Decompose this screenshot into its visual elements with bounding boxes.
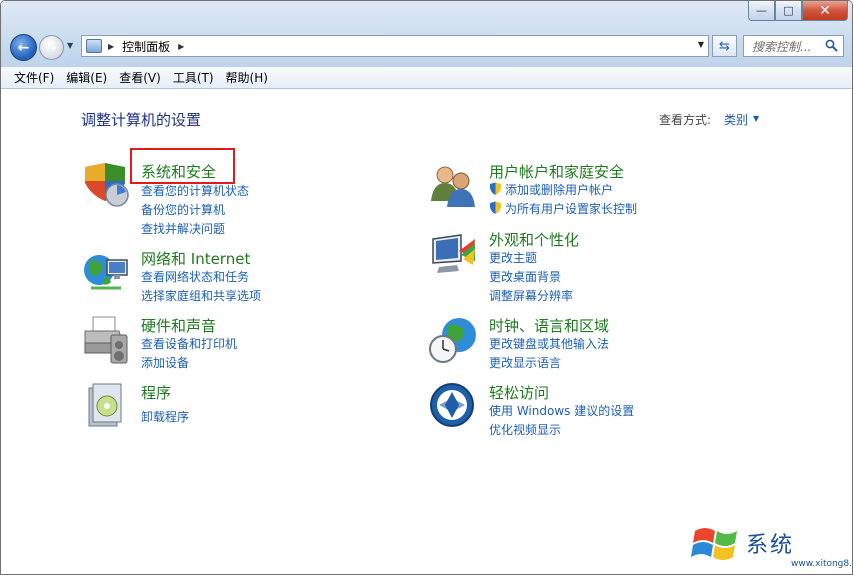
watermark-url: www.xitong8.com xyxy=(791,559,852,569)
link-windows-recommended-settings[interactable]: 使用 Windows 建议的设置 xyxy=(489,402,634,419)
link-uninstall-program[interactable]: 卸载程序 xyxy=(141,408,189,425)
shield-icon xyxy=(85,163,129,207)
breadcrumb-chevron-icon[interactable]: ▶ xyxy=(108,42,114,51)
breadcrumb-control-panel[interactable]: 控制面板 xyxy=(122,38,170,55)
link-desktop-background[interactable]: 更改桌面背景 xyxy=(489,268,561,285)
window-chrome: — □ ✕ ← → ▼ ▶ 控制面板 ▶ ▼ ⇆ 搜索控制... xyxy=(1,1,852,67)
category-title[interactable]: 程序 xyxy=(141,382,171,403)
category-title[interactable]: 用户帐户和家庭安全 xyxy=(489,161,624,182)
link-change-input-methods[interactable]: 更改键盘或其他输入法 xyxy=(489,335,609,352)
address-dropdown-icon[interactable]: ▼ xyxy=(698,40,704,49)
forward-button[interactable]: → xyxy=(39,35,64,60)
category-title[interactable]: 硬件和声音 xyxy=(141,315,216,336)
link-backup-computer[interactable]: 备份您的计算机 xyxy=(141,201,225,218)
link-devices-printers[interactable]: 查看设备和打印机 xyxy=(141,335,237,352)
caption-buttons: — □ ✕ xyxy=(748,1,848,21)
maximize-button[interactable]: □ xyxy=(775,1,802,21)
page-title: 调整计算机的设置 xyxy=(81,111,202,129)
link-add-device[interactable]: 添加设备 xyxy=(141,354,189,371)
view-by-dropdown[interactable]: 类别 xyxy=(724,111,748,128)
printer-icon xyxy=(84,316,128,364)
link-view-computer-status[interactable]: 查看您的计算机状态 xyxy=(141,182,249,199)
link-parental-controls[interactable]: 为所有用户设置家长控制 xyxy=(489,200,637,217)
clock-globe-icon xyxy=(429,318,476,363)
link-troubleshoot[interactable]: 查找并解决问题 xyxy=(141,220,225,237)
breadcrumb-chevron-icon[interactable]: ▶ xyxy=(178,42,184,51)
watermark-text: 系统 xyxy=(746,533,795,558)
ease-of-access-icon xyxy=(430,383,474,427)
display-icon xyxy=(432,234,475,273)
search-icon[interactable] xyxy=(825,39,838,52)
control-panel-icon xyxy=(86,39,102,53)
menu-tools[interactable]: 工具(T) xyxy=(173,69,214,86)
control-panel-window: — □ ✕ ← → ▼ ▶ 控制面板 ▶ ▼ ⇆ 搜索控制... 文件(F) 编… xyxy=(0,0,853,575)
search-input[interactable]: 搜索控制... xyxy=(743,35,844,57)
uac-shield-icon xyxy=(490,182,501,195)
category-title[interactable]: 轻松访问 xyxy=(489,382,549,403)
menu-file[interactable]: 文件(F) xyxy=(14,69,54,86)
category-title[interactable]: 外观和个性化 xyxy=(489,229,579,250)
annotation-highlight-box xyxy=(130,148,235,184)
link-change-display-language[interactable]: 更改显示语言 xyxy=(489,354,561,371)
link-change-theme[interactable]: 更改主题 xyxy=(489,249,537,266)
site-watermark: 系统 www.xitong8.com xyxy=(691,523,852,573)
minimize-button[interactable]: — xyxy=(748,1,775,21)
link-add-remove-accounts[interactable]: 添加或删除用户帐户 xyxy=(489,181,613,198)
programs-icon xyxy=(88,383,122,427)
link-label: 添加或删除用户帐户 xyxy=(505,183,614,197)
category-title[interactable]: 网络和 Internet xyxy=(141,248,250,269)
search-placeholder: 搜索控制... xyxy=(752,39,812,54)
back-button[interactable]: ← xyxy=(10,34,37,61)
menu-edit[interactable]: 编辑(E) xyxy=(66,69,107,86)
refresh-button[interactable]: ⇆ xyxy=(712,35,737,57)
view-by-label: 查看方式: xyxy=(659,113,712,127)
link-network-status[interactable]: 查看网络状态和任务 xyxy=(141,268,249,285)
link-homegroup-sharing[interactable]: 选择家庭组和共享选项 xyxy=(141,287,261,304)
address-bar[interactable]: ▶ 控制面板 ▶ ▼ xyxy=(81,35,709,57)
users-icon xyxy=(431,166,475,207)
view-by-caret-icon[interactable]: ▼ xyxy=(753,114,759,123)
close-button[interactable]: ✕ xyxy=(802,1,848,21)
uac-shield-icon xyxy=(490,201,501,214)
recent-pages-dropdown[interactable]: ▼ xyxy=(67,41,77,53)
menu-view[interactable]: 查看(V) xyxy=(119,69,161,86)
link-optimize-video-display[interactable]: 优化视频显示 xyxy=(489,421,561,438)
link-screen-resolution[interactable]: 调整屏幕分辨率 xyxy=(489,287,573,304)
menu-bar: 文件(F) 编辑(E) 查看(V) 工具(T) 帮助(H) xyxy=(1,67,852,89)
category-title[interactable]: 时钟、语言和区域 xyxy=(489,315,609,336)
windows-logo-icon xyxy=(691,528,737,560)
link-label: 为所有用户设置家长控制 xyxy=(505,202,638,216)
menu-help[interactable]: 帮助(H) xyxy=(226,69,268,86)
network-icon xyxy=(84,255,128,290)
